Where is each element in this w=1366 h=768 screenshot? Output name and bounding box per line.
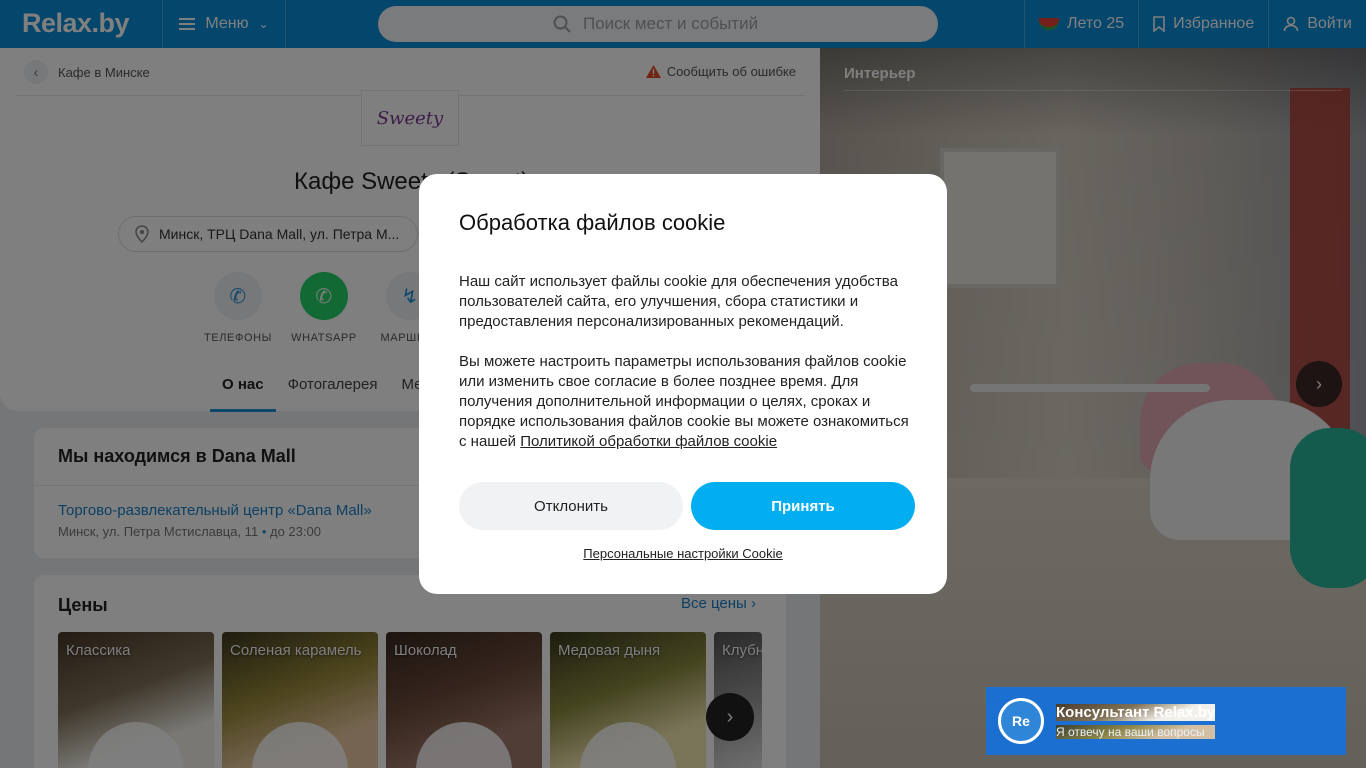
cookie-text-1: Наш сайт использует файлы cookie для обе…: [459, 273, 898, 330]
cookie-settings-link[interactable]: Персональные настройки Cookie: [419, 546, 947, 561]
consultant-widget[interactable]: Re Консультант Relax.by Я отвечу на ваши…: [986, 687, 1346, 755]
accept-button[interactable]: Принять: [691, 482, 915, 530]
consultant-subtitle: Я отвечу на ваши вопросы: [1056, 724, 1216, 739]
cookie-dialog: Обработка файлов cookie Наш сайт использ…: [419, 174, 947, 594]
avatar: Re: [998, 698, 1044, 744]
consultant-text: Консультант Relax.by Я отвечу на ваши во…: [1056, 703, 1216, 739]
cookie-policy-link[interactable]: Политикой обработки файлов cookie: [520, 433, 777, 450]
consultant-title: Консультант Relax.by: [1056, 703, 1216, 721]
cookie-title: Обработка файлов cookie: [459, 210, 726, 235]
cookie-text-2: Вы можете настроить параметры использова…: [459, 352, 919, 452]
decline-button[interactable]: Отклонить: [459, 482, 683, 530]
